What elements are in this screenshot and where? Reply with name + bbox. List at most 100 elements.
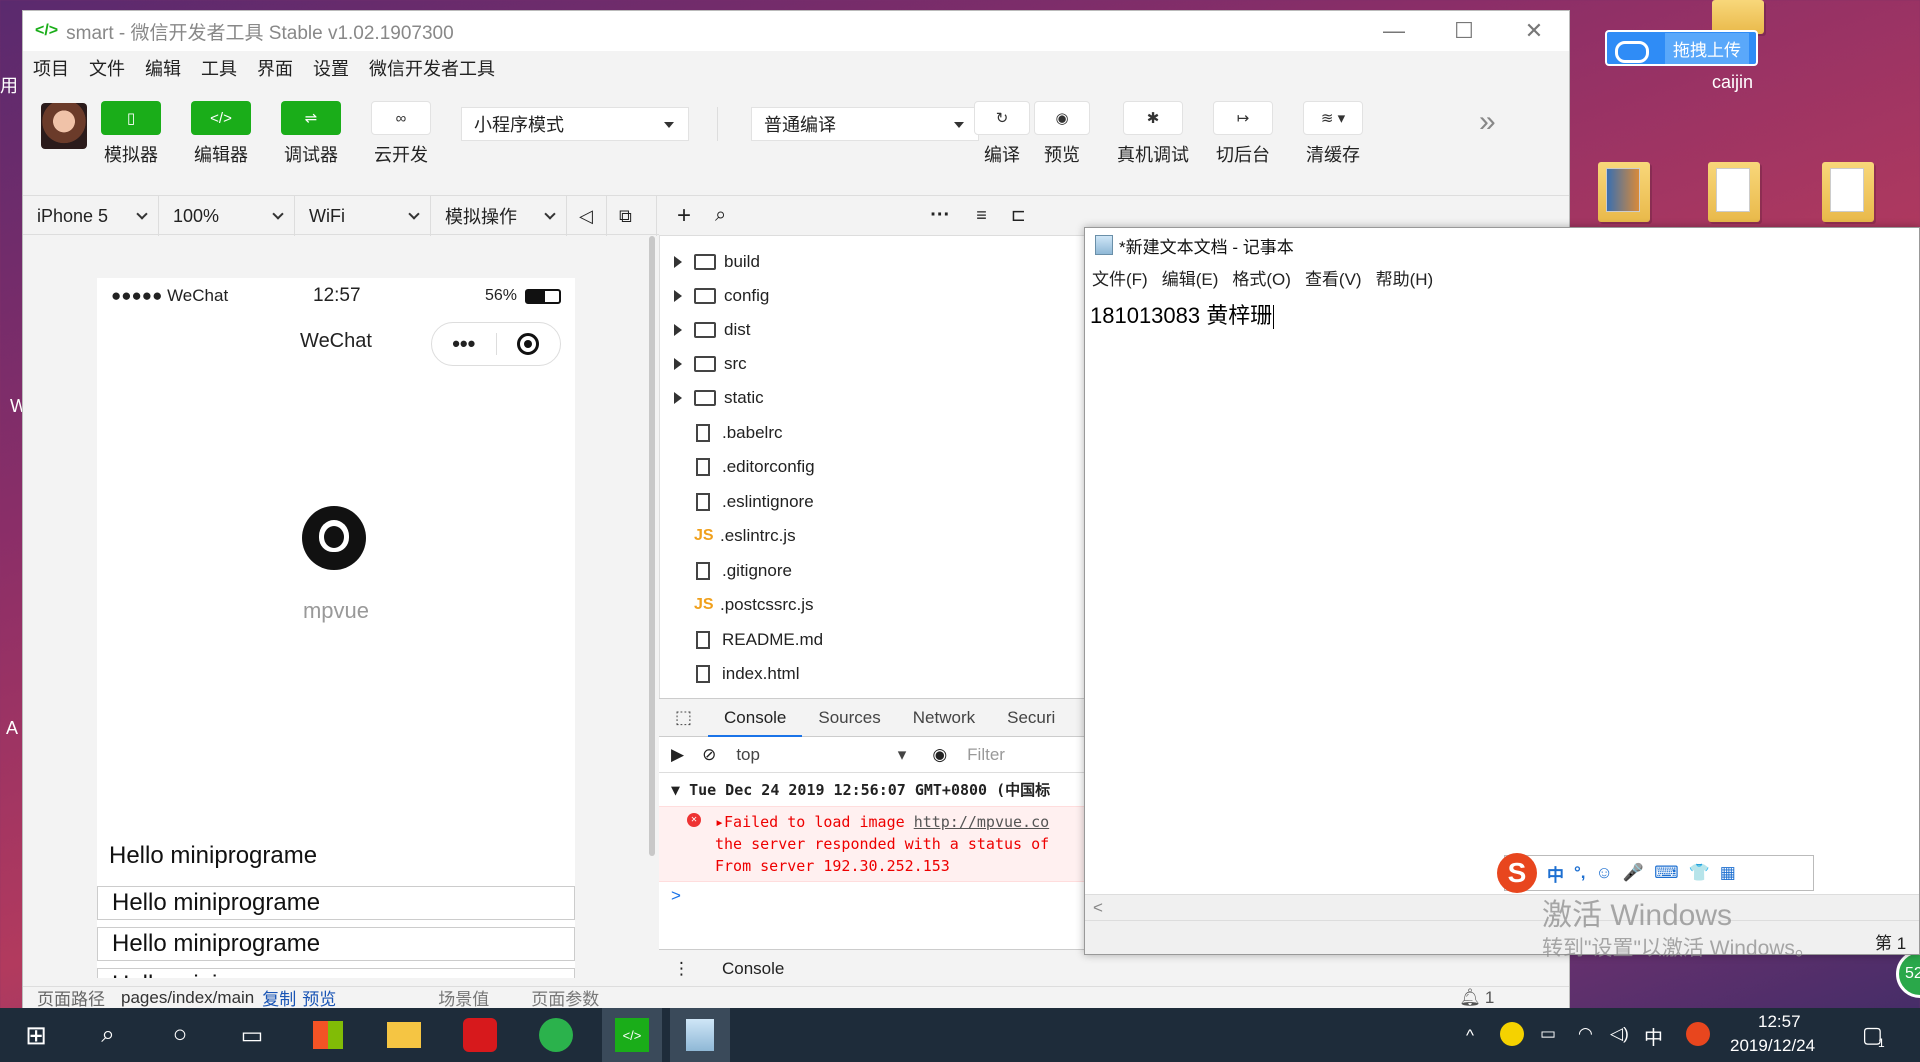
menu-file[interactable]: 文件 bbox=[79, 55, 135, 81]
clock-date[interactable]: 2019/12/24 bbox=[1730, 1036, 1815, 1056]
console-error-entry[interactable]: ✕ ▸Failed to load image http://mpvue.co … bbox=[659, 806, 1109, 882]
menu-interface[interactable]: 界面 bbox=[247, 55, 303, 81]
remote-debug-button[interactable]: ✱ 真机调试 bbox=[1113, 101, 1193, 167]
more-dots-icon[interactable]: ••• bbox=[432, 331, 496, 357]
error-link[interactable]: http://mpvue.co bbox=[914, 813, 1049, 831]
context-select[interactable]: top ▾ bbox=[736, 745, 916, 765]
wechat-devtools-app[interactable]: </> bbox=[602, 1008, 662, 1062]
search-button[interactable]: ⌕ bbox=[78, 1008, 138, 1062]
editor-button[interactable]: </> 编辑器 bbox=[181, 101, 261, 167]
drawer-menu-icon[interactable]: ⋮ bbox=[673, 959, 690, 979]
sogou-logo-icon[interactable]: S bbox=[1497, 853, 1537, 893]
start-button[interactable]: ⊞ bbox=[6, 1008, 66, 1062]
desktop-folder-3[interactable] bbox=[1822, 162, 1874, 224]
input-language[interactable]: 中 bbox=[1644, 1023, 1663, 1050]
tree-file[interactable]: .gitignore bbox=[660, 556, 792, 586]
ime-skin-icon[interactable]: 👕 bbox=[1689, 863, 1710, 883]
eye-icon[interactable]: ◉ bbox=[932, 745, 947, 765]
desktop-badge[interactable]: 52 bbox=[1896, 950, 1920, 998]
close-button[interactable]: ✕ bbox=[1499, 11, 1569, 51]
notepad-menu-edit[interactable]: 编辑(E) bbox=[1155, 265, 1226, 290]
drawer-tab-console[interactable]: Console bbox=[708, 950, 799, 988]
ime-punctuation-icon[interactable]: °, bbox=[1574, 863, 1586, 883]
tree-file[interactable]: JS .eslintrc.js bbox=[660, 521, 796, 551]
wifi-icon[interactable]: ◠ bbox=[1578, 1024, 1593, 1044]
tree-folder-static[interactable]: static bbox=[660, 383, 764, 413]
menu-tools[interactable]: 工具 bbox=[191, 55, 247, 81]
notepad-menu-file[interactable]: 文件(F) bbox=[1085, 265, 1155, 290]
clock-time[interactable]: 12:57 bbox=[1758, 1012, 1801, 1032]
sogou-tray-icon[interactable] bbox=[1686, 1022, 1710, 1046]
capsule-close-button[interactable] bbox=[497, 333, 561, 355]
ime-voice-icon[interactable]: 🎤 bbox=[1623, 863, 1644, 883]
avatar[interactable] bbox=[41, 103, 87, 149]
tree-file[interactable]: .editorconfig bbox=[660, 452, 815, 482]
ime-keyboard-icon[interactable]: ⌨ bbox=[1654, 863, 1679, 883]
baidu-upload-button[interactable]: 拖拽上传 bbox=[1605, 30, 1758, 66]
console-filter-input[interactable]: Filter bbox=[967, 745, 1005, 765]
background-button[interactable]: ↦ 切后台 bbox=[1203, 101, 1283, 167]
maximize-button[interactable]: ☐ bbox=[1429, 11, 1499, 51]
console-group-header[interactable]: ▼ Tue Dec 24 2019 12:56:07 GMT+0800 (中国标 bbox=[659, 773, 1109, 806]
clear-console-icon[interactable]: ⊘ bbox=[702, 745, 716, 765]
debugger-button[interactable]: ⇌ 调试器 bbox=[271, 101, 351, 167]
netease-music-app[interactable] bbox=[450, 1008, 510, 1062]
notepad-menu-format[interactable]: 格式(O) bbox=[1225, 265, 1298, 290]
copy-link[interactable]: 复制 bbox=[262, 985, 296, 1010]
split-icon[interactable]: ⊏ bbox=[1011, 205, 1026, 226]
cortana-button[interactable]: ○ bbox=[150, 1008, 210, 1062]
notepad-app[interactable] bbox=[670, 1008, 730, 1062]
menu-wechat-devtools[interactable]: 微信开发者工具 bbox=[359, 55, 505, 81]
simulator-scrollbar[interactable] bbox=[649, 236, 655, 856]
notepad-hscrollbar[interactable]: < bbox=[1085, 894, 1919, 920]
console-prompt[interactable]: > bbox=[659, 882, 1109, 910]
tree-file[interactable]: .eslintignore bbox=[660, 487, 814, 517]
page-params-button[interactable]: 页面参数 bbox=[531, 985, 599, 1010]
tab-security[interactable]: Securi bbox=[991, 708, 1071, 728]
minimize-button[interactable]: — bbox=[1359, 11, 1429, 51]
preview-link[interactable]: 预览 bbox=[302, 985, 336, 1010]
hello-input[interactable]: Hello miniprograme bbox=[97, 927, 575, 961]
cloud-dev-button[interactable]: ∞ 云开发 bbox=[361, 101, 441, 167]
tree-folder-src[interactable]: src bbox=[660, 349, 747, 379]
menu-project[interactable]: 项目 bbox=[23, 55, 79, 81]
tree-folder-config[interactable]: config bbox=[660, 281, 769, 311]
notepad-menu-view[interactable]: 查看(V) bbox=[1298, 265, 1369, 290]
tray-expand-icon[interactable]: ^ bbox=[1466, 1026, 1474, 1046]
explorer-app[interactable] bbox=[374, 1008, 434, 1062]
hello-input[interactable]: Hello miniprograme bbox=[97, 886, 575, 920]
more-tools-chevron-icon[interactable]: » bbox=[1479, 105, 1496, 139]
notepad-menu-help[interactable]: 帮助(H) bbox=[1369, 265, 1441, 290]
browser-app[interactable] bbox=[526, 1008, 586, 1062]
ime-toolbox-icon[interactable]: ▦ bbox=[1720, 863, 1736, 883]
network-select[interactable]: WiFi bbox=[295, 196, 431, 236]
tree-file[interactable]: .babelrc bbox=[660, 418, 782, 448]
tree-file[interactable]: JS .postcssrc.js bbox=[660, 590, 814, 620]
inspect-element-icon[interactable]: ⬚ bbox=[659, 707, 708, 728]
notepad-text-area[interactable]: 181013083 黄梓珊 bbox=[1085, 292, 1919, 336]
popout-button[interactable]: ⧉ bbox=[607, 196, 657, 236]
tree-folder-dist[interactable]: dist bbox=[660, 315, 750, 345]
volume-button[interactable]: ◁ bbox=[567, 196, 607, 236]
tab-sources[interactable]: Sources bbox=[802, 708, 896, 728]
simulator-button[interactable]: ▯ 模拟器 bbox=[91, 101, 171, 167]
tree-file[interactable]: index.html bbox=[660, 659, 799, 689]
scroll-left-icon[interactable]: < bbox=[1093, 898, 1103, 918]
battery-tray-icon[interactable]: ▭ bbox=[1540, 1024, 1556, 1044]
tray-app-icon[interactable] bbox=[1500, 1022, 1524, 1046]
tree-folder-build[interactable]: build bbox=[660, 247, 760, 277]
menu-settings[interactable]: 设置 bbox=[303, 55, 359, 81]
clear-cache-button[interactable]: ≋ ▾ 清缓存 bbox=[1293, 101, 1373, 167]
ime-chinese-toggle[interactable]: 中 bbox=[1547, 861, 1564, 886]
mode-select[interactable]: 小程序模式 bbox=[461, 107, 689, 141]
sim-ops-select[interactable]: 模拟操作 bbox=[431, 196, 567, 236]
desktop-folder-2[interactable] bbox=[1708, 162, 1760, 224]
preview-button[interactable]: ◉ 预览 bbox=[1029, 101, 1095, 167]
compile-button[interactable]: ↻ 编译 bbox=[969, 101, 1035, 167]
collapse-icon[interactable]: ≡ bbox=[976, 205, 987, 226]
tab-console[interactable]: Console bbox=[708, 699, 803, 737]
zoom-select[interactable]: 100% bbox=[159, 196, 295, 236]
scene-value-button[interactable]: 场景值 bbox=[438, 985, 489, 1010]
menu-edit[interactable]: 编辑 bbox=[135, 55, 191, 81]
ime-emoji-icon[interactable]: ☺ bbox=[1596, 863, 1613, 883]
